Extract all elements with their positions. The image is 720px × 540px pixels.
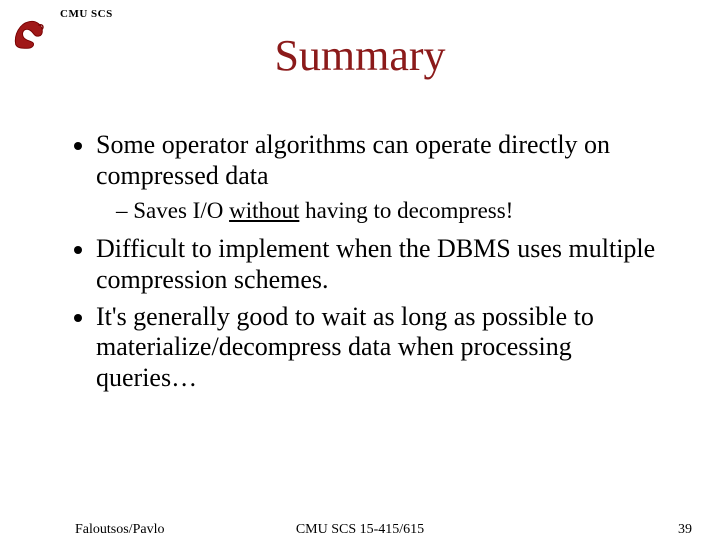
slide: CMU SCS Summary Some operator algorithms… xyxy=(0,0,720,540)
footer-course: CMU SCS 15-415/615 xyxy=(0,522,720,538)
bullet-1-sub-underlined: without xyxy=(229,198,299,223)
org-label: CMU SCS xyxy=(60,8,113,20)
bullet-1-text: Some operator algorithms can operate dir… xyxy=(96,130,610,190)
bullet-1-sub-suffix: having to decompress! xyxy=(299,198,513,223)
bullet-2-text: Difficult to implement when the DBMS use… xyxy=(96,234,655,294)
slide-title: Summary xyxy=(0,30,720,81)
bullet-1-sub: Saves I/O without having to decompress! xyxy=(116,197,660,224)
bullet-1: Some operator algorithms can operate dir… xyxy=(96,130,660,224)
slide-body: Some operator algorithms can operate dir… xyxy=(70,130,660,400)
footer-page-number: 39 xyxy=(678,522,692,538)
bullet-3-text: It's generally good to wait as long as p… xyxy=(96,302,594,392)
bullet-1-sub-prefix: Saves I/O xyxy=(133,198,229,223)
bullet-3: It's generally good to wait as long as p… xyxy=(96,302,660,394)
bullet-2: Difficult to implement when the DBMS use… xyxy=(96,234,660,295)
